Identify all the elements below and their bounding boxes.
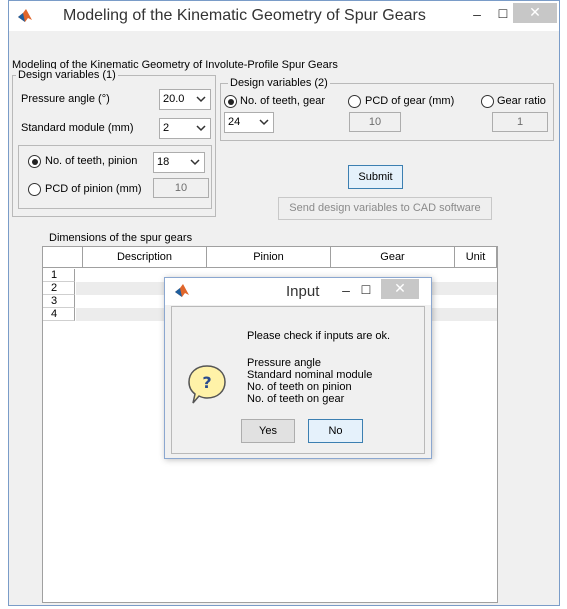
send-to-cad-button[interactable]: Send design variables to CAD software — [278, 197, 492, 220]
dialog-item-pressure-angle: Pressure angle — [247, 357, 321, 369]
dialog-item-teeth-gear: No. of teeth on gear — [247, 393, 345, 405]
chevron-down-icon — [259, 119, 269, 126]
pressure-angle-select[interactable]: 20.0 — [159, 89, 211, 110]
teeth-pinion-value: 18 — [157, 156, 170, 168]
module-select[interactable]: 2 — [159, 118, 211, 139]
question-glyph: ? — [202, 373, 211, 392]
dialog-yes-button[interactable]: Yes — [241, 419, 295, 443]
close-button[interactable]: ✕ — [513, 3, 557, 23]
question-icon: ? — [188, 365, 226, 404]
pcd-gear-label: PCD of gear (mm) — [365, 95, 455, 107]
pressure-angle-value: 20.0 — [163, 93, 185, 105]
teeth-gear-value: 24 — [228, 116, 241, 128]
dialog-message: Please check if inputs are ok. — [247, 330, 391, 342]
dialog-minimize-button[interactable]: – — [335, 280, 357, 300]
module-value: 2 — [163, 122, 170, 134]
teeth-gear-select[interactable]: 24 — [224, 112, 274, 133]
submit-button[interactable]: Submit — [348, 165, 403, 189]
design-variables-1-legend: Design variables (1) — [16, 69, 118, 81]
teeth-gear-label: No. of teeth, gear — [240, 95, 325, 107]
pcd-pinion-radio[interactable] — [28, 183, 41, 196]
pcd-pinion-field[interactable]: 10 — [153, 178, 209, 198]
teeth-pinion-select[interactable]: 18 — [153, 152, 205, 173]
dialog-close-button[interactable]: ✕ — [381, 279, 419, 299]
pcd-gear-field[interactable]: 10 — [349, 112, 401, 132]
gear-ratio-field[interactable]: 1 — [492, 112, 548, 132]
column-header-description[interactable]: Description — [83, 247, 207, 268]
teeth-gear-radio[interactable] — [224, 95, 237, 108]
dialog-titlebar[interactable]: Input – ☐ ✕ — [165, 278, 431, 305]
chevron-down-icon — [196, 96, 206, 103]
row-header-4[interactable]: 4 — [43, 308, 75, 321]
gear-ratio-radio[interactable] — [481, 95, 494, 108]
column-header-unit[interactable]: Unit — [455, 247, 497, 268]
window-title: Modeling of the Kinematic Geometry of Sp… — [63, 7, 426, 24]
design-variables-2-legend: Design variables (2) — [228, 77, 330, 89]
dialog-item-teeth-pinion: No. of teeth on pinion — [247, 381, 352, 393]
table-caption: Dimensions of the spur gears — [49, 232, 193, 244]
minimize-button[interactable]: – — [464, 4, 490, 24]
chevron-down-icon — [190, 159, 200, 166]
teeth-pinion-radio[interactable] — [28, 155, 41, 168]
main-titlebar[interactable]: Modeling of the Kinematic Geometry of Sp… — [9, 1, 559, 31]
dialog-item-module: Standard nominal module — [247, 369, 373, 381]
pcd-gear-radio[interactable] — [348, 95, 361, 108]
pcd-pinion-label: PCD of pinion (mm) — [45, 183, 142, 195]
dialog-no-button[interactable]: No — [308, 419, 363, 443]
matlab-logo-icon — [18, 9, 32, 22]
teeth-pinion-label: No. of teeth, pinion — [45, 155, 138, 167]
gear-ratio-label: Gear ratio — [497, 95, 546, 107]
matlab-logo-icon — [175, 284, 189, 297]
column-header-pinion[interactable]: Pinion — [207, 247, 331, 268]
row-header-2[interactable]: 2 — [43, 282, 75, 295]
pressure-angle-label: Pressure angle (°) — [21, 93, 110, 105]
column-header-gear[interactable]: Gear — [331, 247, 455, 268]
module-label: Standard module (mm) — [21, 122, 134, 134]
row-header-3[interactable]: 3 — [43, 295, 75, 308]
dialog-title: Input — [286, 283, 320, 300]
chevron-down-icon — [196, 125, 206, 132]
input-dialog: Input – ☐ ✕ ? Please check if inputs are… — [164, 277, 432, 459]
dialog-maximize-button[interactable]: ☐ — [355, 280, 377, 300]
table-corner-header — [43, 247, 83, 268]
row-header-1[interactable]: 1 — [43, 269, 75, 282]
